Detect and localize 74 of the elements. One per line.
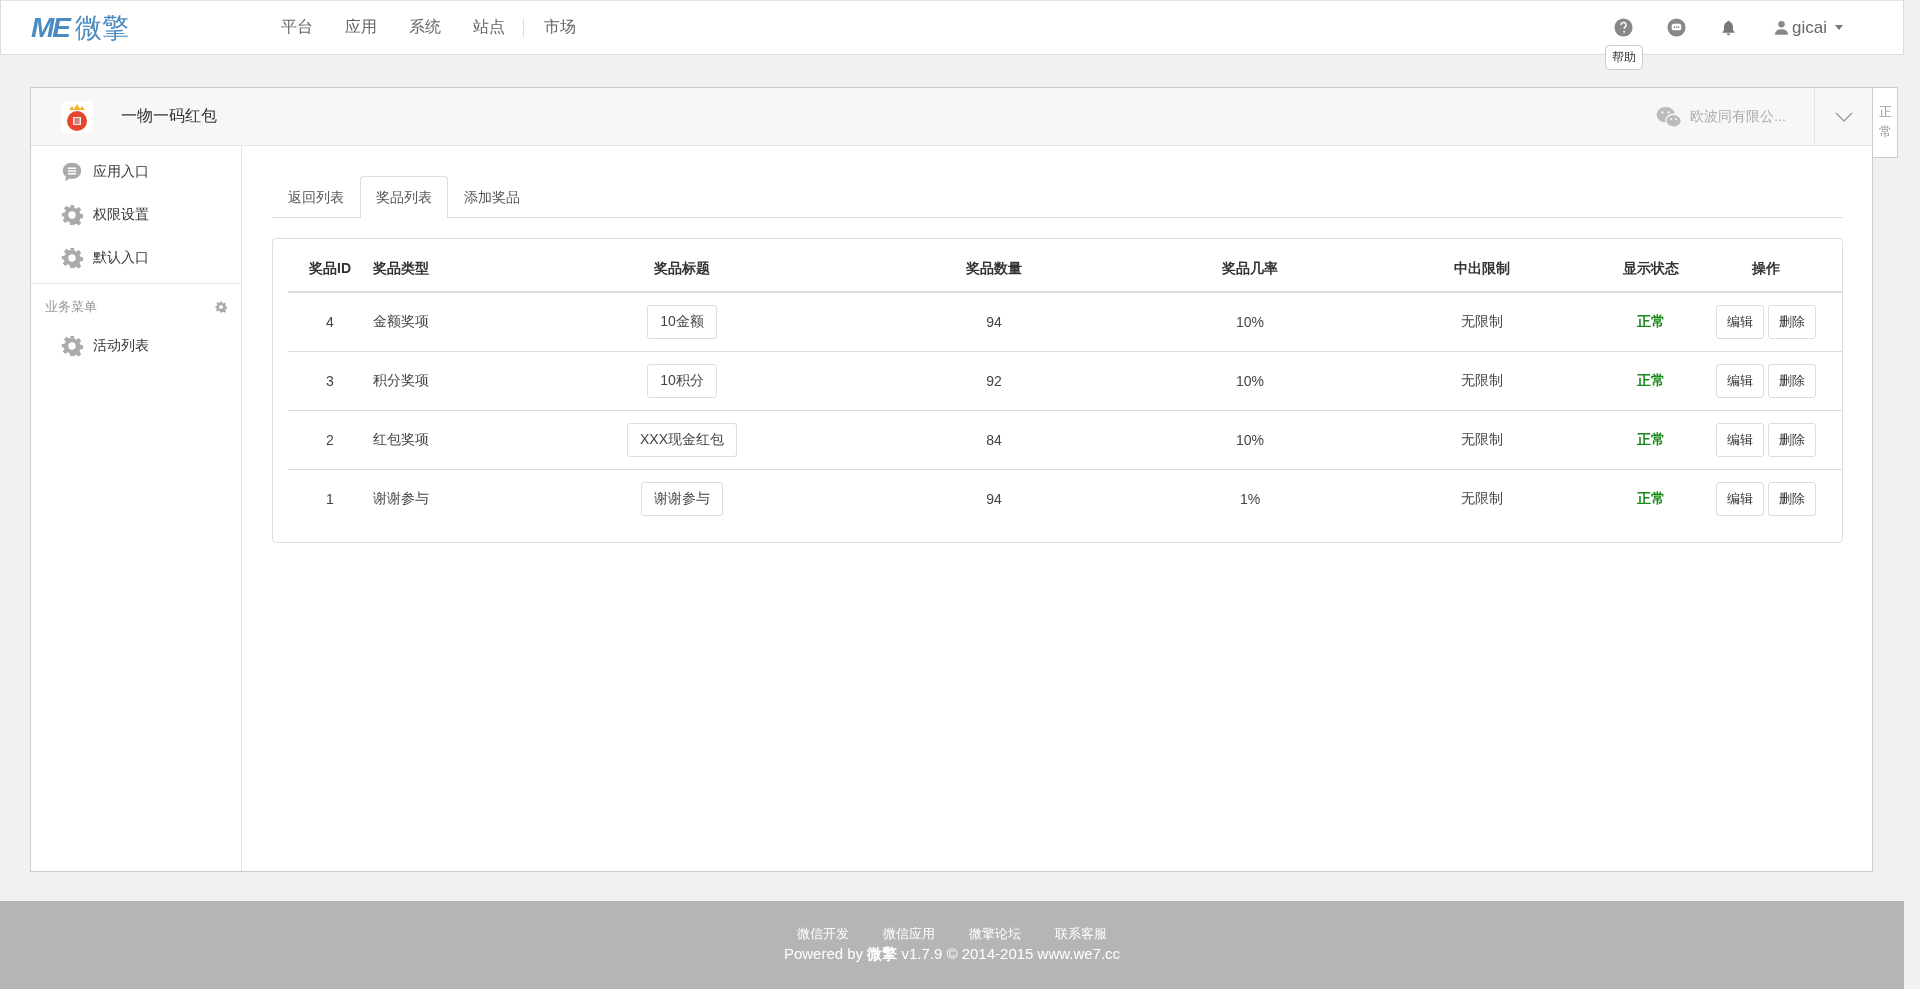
- copyright-text: Powered by 微擎 v1.7.9 © 2014-2015 www.we7.cc: [783, 945, 1121, 964]
- table-cell: 92: [838, 351, 1150, 411]
- status-text: 正常: [1614, 410, 1688, 470]
- edit-button[interactable]: 编辑: [1715, 423, 1764, 457]
- wechat-icon: [1656, 105, 1683, 128]
- tab[interactable]: 添加奖品: [448, 176, 536, 218]
- delete-button[interactable]: 删除: [1767, 305, 1816, 339]
- prize-title-button[interactable]: 10积分: [647, 364, 717, 398]
- column-header: 操作: [1688, 247, 1843, 292]
- nav-link[interactable]: 应用: [345, 17, 377, 38]
- status-text: 正常: [1614, 292, 1688, 352]
- speech-bubble-icon: [61, 160, 83, 183]
- nav-link[interactable]: 系统: [409, 17, 441, 38]
- table-cell: 无限制: [1350, 351, 1614, 411]
- table-cell: 2: [288, 410, 372, 470]
- sidebar-item[interactable]: 默认入口: [31, 236, 241, 279]
- table-cell: 金额奖项: [372, 292, 526, 352]
- tab[interactable]: 奖品列表: [360, 176, 448, 218]
- prize-title-button[interactable]: 10金额: [647, 305, 717, 339]
- column-header: 奖品数量: [838, 247, 1150, 292]
- table-cell: 10%: [1150, 292, 1350, 352]
- table-cell: 10%: [1150, 410, 1350, 470]
- table-cell: 1%: [1150, 469, 1350, 528]
- table-cell: 94: [838, 292, 1150, 352]
- column-header: 奖品ID: [288, 247, 372, 292]
- table-cell: 积分奖项: [372, 351, 526, 411]
- delete-button[interactable]: 删除: [1767, 482, 1816, 516]
- column-header: 显示状态: [1614, 247, 1688, 292]
- nav-link[interactable]: 平台: [281, 17, 313, 38]
- edit-button[interactable]: 编辑: [1715, 364, 1764, 398]
- chevron-down-icon: [1834, 111, 1853, 122]
- status-text: 正常: [1614, 351, 1688, 411]
- logo[interactable]: ME 微擎: [31, 9, 261, 46]
- nav-link[interactable]: 站点: [473, 17, 505, 38]
- edit-button[interactable]: 编辑: [1715, 305, 1764, 339]
- status-text: 正常: [1614, 469, 1688, 528]
- table-cell: 10%: [1150, 351, 1350, 411]
- table-cell: 4: [288, 292, 372, 352]
- table-cell: 无限制: [1350, 469, 1614, 528]
- prize-title-button[interactable]: XXX现金红包: [627, 423, 737, 457]
- gear-icon: [61, 334, 83, 357]
- column-header: 奖品几率: [1150, 247, 1350, 292]
- settings-icon[interactable]: [215, 301, 227, 313]
- prize-title-button[interactable]: 谢谢参与: [641, 482, 723, 516]
- delete-button[interactable]: 删除: [1767, 364, 1816, 398]
- message-icon[interactable]: [1667, 18, 1687, 37]
- tooltip: 帮助: [1604, 45, 1643, 70]
- table-cell: 94: [838, 469, 1150, 528]
- sidebar-item[interactable]: 应用入口: [31, 150, 241, 193]
- table-cell: 84: [838, 410, 1150, 470]
- column-header: 奖品类型: [372, 247, 526, 292]
- table-cell: 谢谢参与: [372, 469, 526, 528]
- sidebar-item[interactable]: 权限设置: [31, 193, 241, 236]
- edit-button[interactable]: 编辑: [1715, 482, 1764, 516]
- money-bag-icon: [61, 100, 93, 133]
- table-cell: 无限制: [1350, 292, 1614, 352]
- tab[interactable]: 返回列表: [272, 176, 360, 218]
- column-header: 中出限制: [1350, 247, 1614, 292]
- user-menu[interactable]: gicai: [1775, 17, 1843, 38]
- table-cell: 1: [288, 469, 372, 528]
- app-name: 一物一码红包: [121, 106, 217, 126]
- sidebar-item[interactable]: 活动列表: [31, 324, 241, 367]
- gear-icon: [61, 246, 83, 269]
- table-cell: 红包奖项: [372, 410, 526, 470]
- gear-icon: [61, 203, 83, 226]
- section-title: 业务菜单: [45, 298, 97, 316]
- delete-button[interactable]: 删除: [1767, 423, 1816, 457]
- help-icon[interactable]: [1614, 18, 1634, 37]
- table-cell: 3: [288, 351, 372, 411]
- column-header: 奖品标题: [526, 247, 838, 292]
- table-cell: 无限制: [1350, 410, 1614, 470]
- person-icon: [1775, 20, 1789, 35]
- caret-icon: [1835, 25, 1843, 30]
- nav-link[interactable]: 市场: [544, 17, 576, 38]
